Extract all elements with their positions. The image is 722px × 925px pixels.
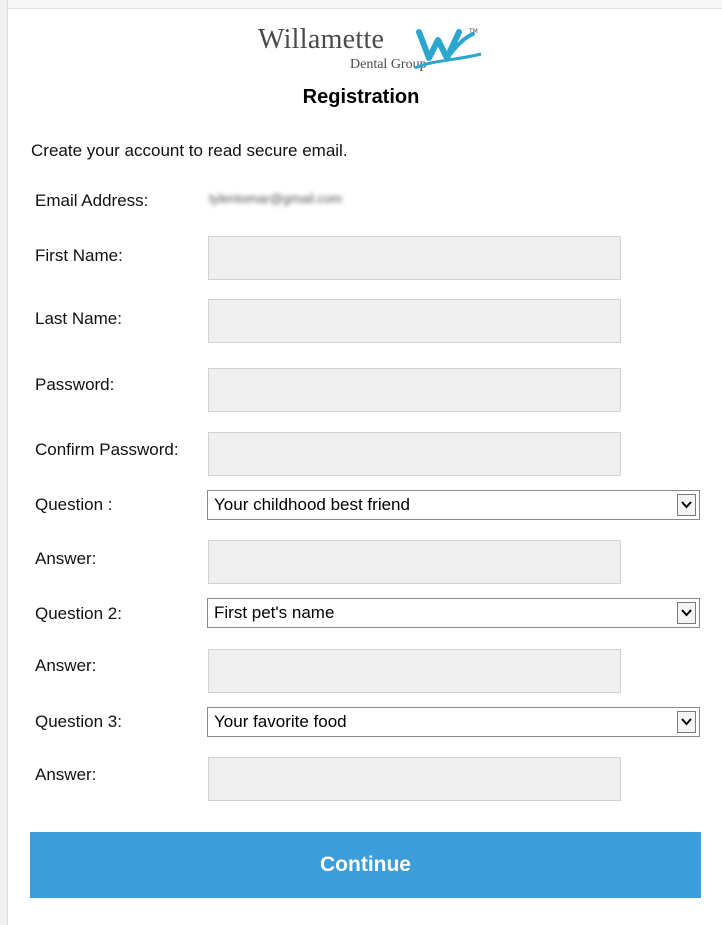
window-left-border xyxy=(0,0,8,925)
window-top-border xyxy=(0,0,722,9)
answer-3-label: Answer: xyxy=(35,765,97,784)
question-1-select[interactable]: Your childhood best friend xyxy=(207,490,700,520)
page-title: Registration xyxy=(302,86,420,108)
password-field[interactable] xyxy=(208,368,621,412)
logo-wordmark: Willamette xyxy=(258,24,385,55)
confirm-password-label: Confirm Password: xyxy=(35,440,179,459)
question-2-dropdown-button[interactable] xyxy=(677,602,696,624)
email-label: Email Address: xyxy=(35,191,149,210)
chevron-down-icon xyxy=(681,609,692,617)
question-2-label: Question 2: xyxy=(35,604,122,623)
last-name-label: Last Name: xyxy=(35,309,122,328)
answer-2-label: Answer: xyxy=(35,656,97,675)
willamette-logo: Willamette Dental Group TM xyxy=(258,24,488,84)
chevron-down-icon xyxy=(681,501,692,509)
question-1-dropdown-button[interactable] xyxy=(677,494,696,516)
first-name-field[interactable] xyxy=(208,236,621,280)
w-logo-icon: TM xyxy=(414,28,482,70)
question-3-selected-value: Your favorite food xyxy=(214,712,347,731)
continue-button[interactable]: Continue xyxy=(30,832,701,898)
last-name-field[interactable] xyxy=(208,299,621,343)
chevron-down-icon xyxy=(681,718,692,726)
question-3-label: Question 3: xyxy=(35,712,122,731)
intro-text: Create your account to read secure email… xyxy=(31,141,348,160)
answer-1-label: Answer: xyxy=(35,549,97,568)
answer-1-field[interactable] xyxy=(208,540,621,584)
email-value: tylentomar@gmail.com xyxy=(209,191,343,206)
confirm-password-field[interactable] xyxy=(208,432,621,476)
question-2-selected-value: First pet's name xyxy=(214,603,335,622)
question-3-select[interactable]: Your favorite food xyxy=(207,707,700,737)
first-name-label: First Name: xyxy=(35,246,123,265)
answer-3-field[interactable] xyxy=(208,757,621,801)
question-3-dropdown-button[interactable] xyxy=(677,711,696,733)
svg-text:TM: TM xyxy=(468,28,478,35)
question-1-selected-value: Your childhood best friend xyxy=(214,495,410,514)
password-label: Password: xyxy=(35,375,115,394)
answer-2-field[interactable] xyxy=(208,649,621,693)
question-1-label: Question : xyxy=(35,495,113,514)
question-2-select[interactable]: First pet's name xyxy=(207,598,700,628)
